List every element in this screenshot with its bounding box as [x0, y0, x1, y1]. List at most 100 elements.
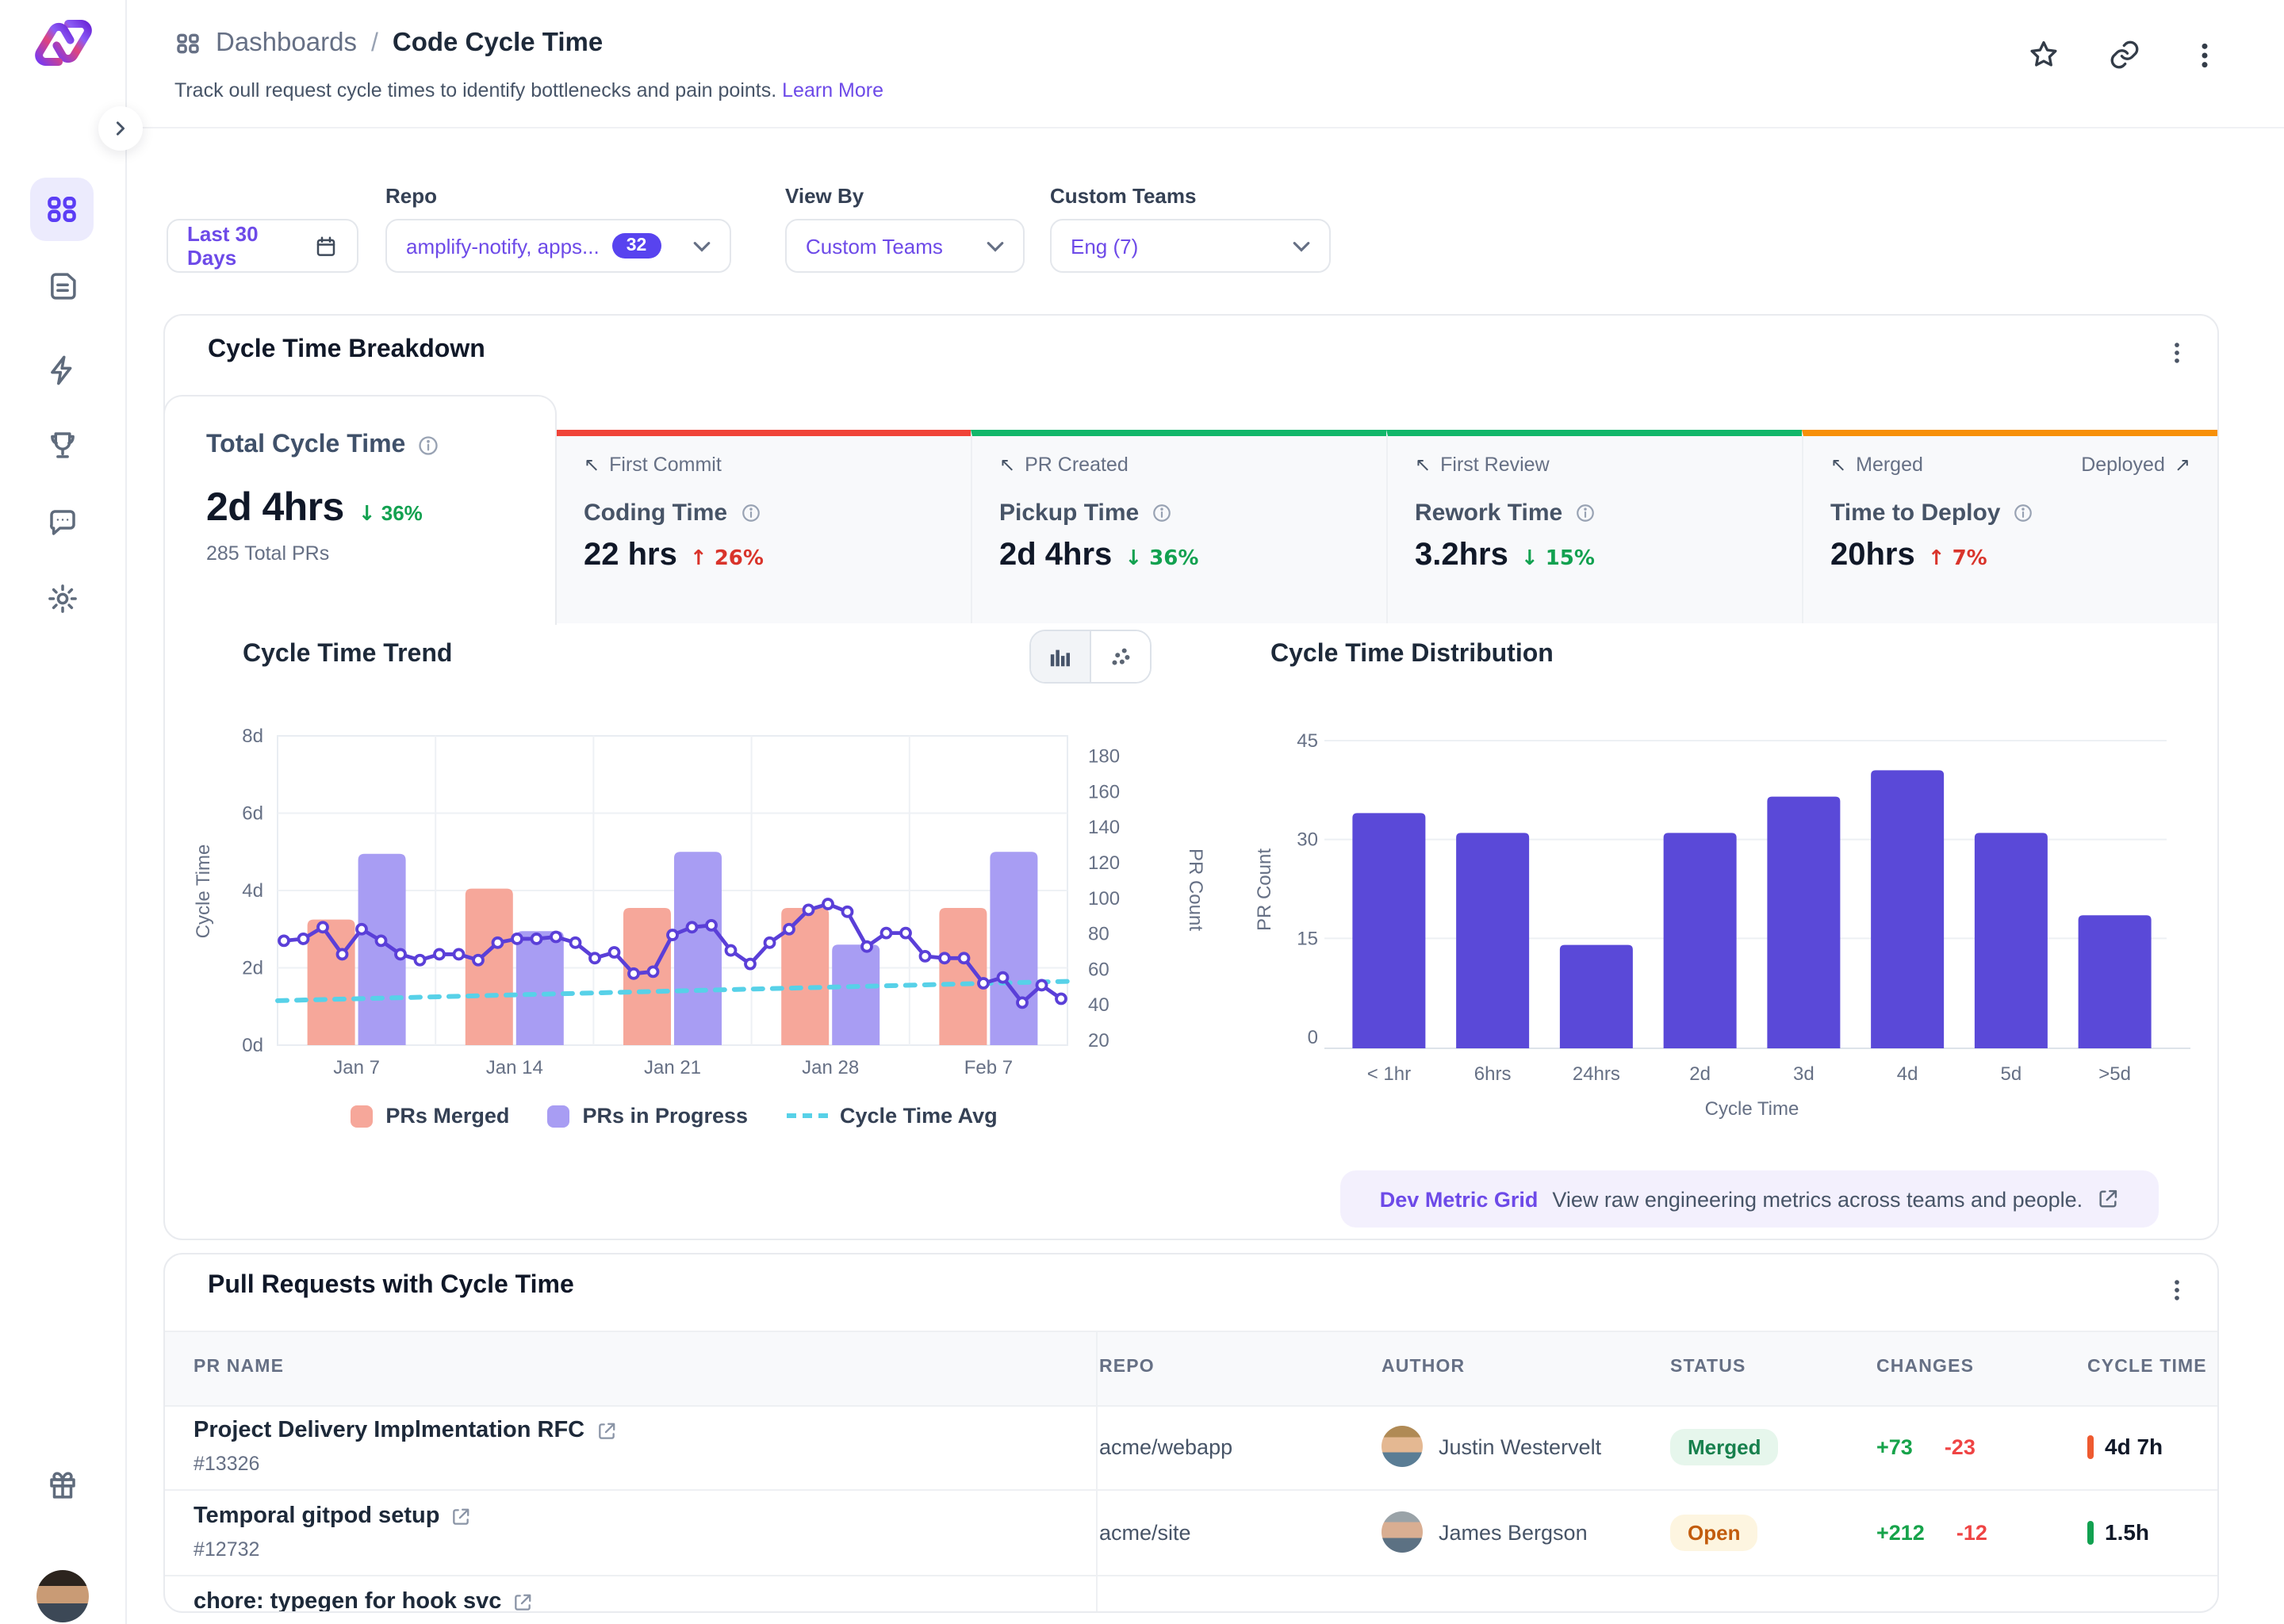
- column-header[interactable]: STATUS: [1670, 1358, 1746, 1377]
- table-row[interactable]: chore: typegen for hook svc: [165, 1575, 2217, 1611]
- stage-metric-name: Pickup Time: [999, 500, 1359, 527]
- stage-metric-label: Pickup Time: [999, 500, 1140, 527]
- column-header[interactable]: AUTHOR: [1382, 1358, 1465, 1377]
- kebab-menu-icon[interactable]: [2189, 39, 2221, 71]
- chevron-down-icon: [987, 240, 1004, 251]
- subtitle-text: Track oull request cycle times to identi…: [174, 79, 777, 102]
- breakdown-stage[interactable]: ↖ First Commit Coding Time 22 hrs ↑ 26%: [557, 430, 971, 623]
- info-icon[interactable]: [740, 503, 761, 523]
- info-icon[interactable]: [2014, 503, 2034, 523]
- pr-changes: +73 -23: [1876, 1404, 1976, 1489]
- status-badge: Merged: [1670, 1428, 1779, 1465]
- external-link-icon[interactable]: [596, 1420, 616, 1441]
- breadcrumb-dashboards[interactable]: Dashboards: [216, 29, 357, 59]
- svg-text:PR Count: PR Count: [1185, 848, 1206, 931]
- dev-metric-grid-link[interactable]: Dev Metric Grid: [1380, 1187, 1539, 1211]
- stage-value-text: 2d 4hrs: [999, 538, 1113, 573]
- zap-icon: [45, 353, 79, 386]
- teams-value: Eng (7): [1071, 234, 1139, 258]
- pr-status-cell: Open: [1670, 1489, 1758, 1575]
- view-by-value: Custom Teams: [806, 234, 943, 258]
- additions-count: +212: [1876, 1520, 1925, 1544]
- svg-text:100: 100: [1088, 888, 1120, 910]
- sidebar-collapse-button[interactable]: [98, 106, 143, 151]
- bar-chart-toggle-button[interactable]: [1031, 631, 1091, 682]
- sidebar-item-goals[interactable]: [30, 412, 94, 476]
- legend-item[interactable]: PRs Merged: [351, 1104, 509, 1128]
- repo-filter-dropdown[interactable]: amplify-notify, apps... 32: [385, 219, 731, 273]
- sidebar-item-settings[interactable]: [30, 566, 94, 630]
- page-title: Code Cycle Time: [392, 29, 604, 57]
- total-cycle-time-tab[interactable]: Total Cycle Time 2d 4hrs ↓ 36% 285 Total…: [163, 395, 557, 625]
- link-icon[interactable]: [2108, 38, 2141, 71]
- legend-item[interactable]: PRs in Progress: [547, 1104, 748, 1128]
- scatter-chart-toggle-button[interactable]: [1091, 631, 1150, 682]
- info-icon[interactable]: [1575, 503, 1596, 523]
- info-icon[interactable]: [416, 435, 439, 457]
- breakdown-menu-button[interactable]: [2157, 333, 2195, 371]
- status-badge: Open: [1670, 1514, 1758, 1550]
- dev-metric-grid-desc: View raw engineering metrics across team…: [1552, 1187, 2083, 1211]
- sidebar-item-automations[interactable]: [30, 338, 94, 401]
- info-icon[interactable]: [1152, 503, 1172, 523]
- svg-text:2d: 2d: [1689, 1063, 1711, 1085]
- sidebar-item-rewards[interactable]: [30, 1453, 94, 1516]
- pr-repo: acme/webapp: [1099, 1434, 1233, 1458]
- stage-metric-label: Time to Deploy: [1830, 500, 2001, 527]
- view-by-dropdown[interactable]: Custom Teams: [785, 219, 1025, 273]
- breadcrumb-separator: /: [370, 29, 378, 56]
- teams-dropdown[interactable]: Eng (7): [1050, 219, 1331, 273]
- breadcrumb: Dashboards / Code Cycle Time: [174, 29, 603, 59]
- cycle-time-distribution-chart[interactable]: 0 15 30 45 < 1hr 6hrs 24hrs 2d 3d 4d 5d >5d Cycle Ti…: [1255, 712, 2238, 1121]
- pr-name[interactable]: chore: typegen for hook svc: [194, 1589, 533, 1611]
- view-by-filter-label: View By: [785, 184, 864, 208]
- learn-more-link[interactable]: Learn More: [782, 79, 883, 102]
- chevron-right-icon: [111, 119, 130, 138]
- pr-name[interactable]: Project Delivery Implmentation RFC: [194, 1418, 616, 1443]
- breakdown-stage[interactable]: ↖ PR Created Pickup Time 2d 4hrs ↓ 36%: [971, 430, 1386, 623]
- svg-text:6d: 6d: [242, 803, 263, 825]
- stage-delta: ↓ 15%: [1520, 547, 1595, 571]
- svg-text:6hrs: 6hrs: [1474, 1063, 1512, 1085]
- table-row[interactable]: Project Delivery Implmentation RFC #13326…: [165, 1404, 2217, 1491]
- stage-metric-label: Coding Time: [584, 500, 728, 527]
- distribution-chart-title: Cycle Time Distribution: [1270, 641, 1554, 668]
- column-header[interactable]: CHANGES: [1876, 1358, 1974, 1377]
- external-link-icon[interactable]: [512, 1591, 533, 1611]
- svg-text:180: 180: [1088, 746, 1120, 768]
- external-link-icon[interactable]: [2097, 1188, 2119, 1210]
- legend-item[interactable]: Cycle Time Avg: [786, 1104, 998, 1128]
- svg-text:24hrs: 24hrs: [1573, 1063, 1620, 1085]
- pr-table-menu-button[interactable]: [2157, 1270, 2195, 1308]
- svg-text:120: 120: [1088, 852, 1120, 874]
- legend-label: PRs Merged: [385, 1104, 510, 1128]
- sidebar-item-dashboards[interactable]: [30, 178, 94, 241]
- author-name: James Bergson: [1439, 1520, 1588, 1544]
- sidebar-item-reports[interactable]: [30, 254, 94, 317]
- external-link-icon[interactable]: [450, 1506, 471, 1526]
- table-row[interactable]: Temporal gitpod setup #12732 acme/site Jame…: [165, 1489, 2217, 1576]
- arrow-up-left-icon: ↖: [999, 454, 1016, 476]
- breakdown-stage[interactable]: ↖ First Review Rework Time 3.2hrs ↓ 15%: [1386, 430, 1802, 623]
- star-icon[interactable]: [2027, 38, 2060, 71]
- breakdown-stage[interactable]: ↖ Merged Deployed ↗ Time to Deploy 20hrs ↑ 7%: [1802, 430, 2217, 623]
- repo-count-badge: 32: [611, 233, 661, 259]
- pr-name-text: Project Delivery Implmentation RFC: [194, 1418, 585, 1443]
- stage-metric-label: Rework Time: [1415, 500, 1563, 527]
- app-logo-icon[interactable]: [33, 16, 94, 70]
- cycle-time-trend-chart[interactable]: 0d 2d 4d 6d 8d 20 40 60 80 100 120 140 160 180 Jan 7 Ja…: [184, 712, 1231, 1102]
- header-actions: [2027, 38, 2221, 71]
- page-header: Dashboards / Code Cycle Time Track oull …: [125, 0, 2284, 128]
- pr-name[interactable]: Temporal gitpod setup: [194, 1503, 471, 1529]
- column-header[interactable]: PR NAME: [194, 1358, 284, 1377]
- column-header[interactable]: CYCLE TIME: [2087, 1358, 2207, 1377]
- gear-icon: [45, 581, 79, 615]
- svg-text:Feb 7: Feb 7: [964, 1057, 1013, 1078]
- column-header[interactable]: REPO: [1099, 1358, 1155, 1377]
- deletions-count: -23: [1944, 1434, 1976, 1458]
- user-avatar[interactable]: [36, 1570, 89, 1622]
- legend-dash-chip: [786, 1113, 828, 1118]
- date-range-button[interactable]: Last 30 Days: [167, 219, 358, 273]
- svg-text:80: 80: [1088, 924, 1109, 945]
- sidebar-item-feedback[interactable]: [30, 490, 94, 553]
